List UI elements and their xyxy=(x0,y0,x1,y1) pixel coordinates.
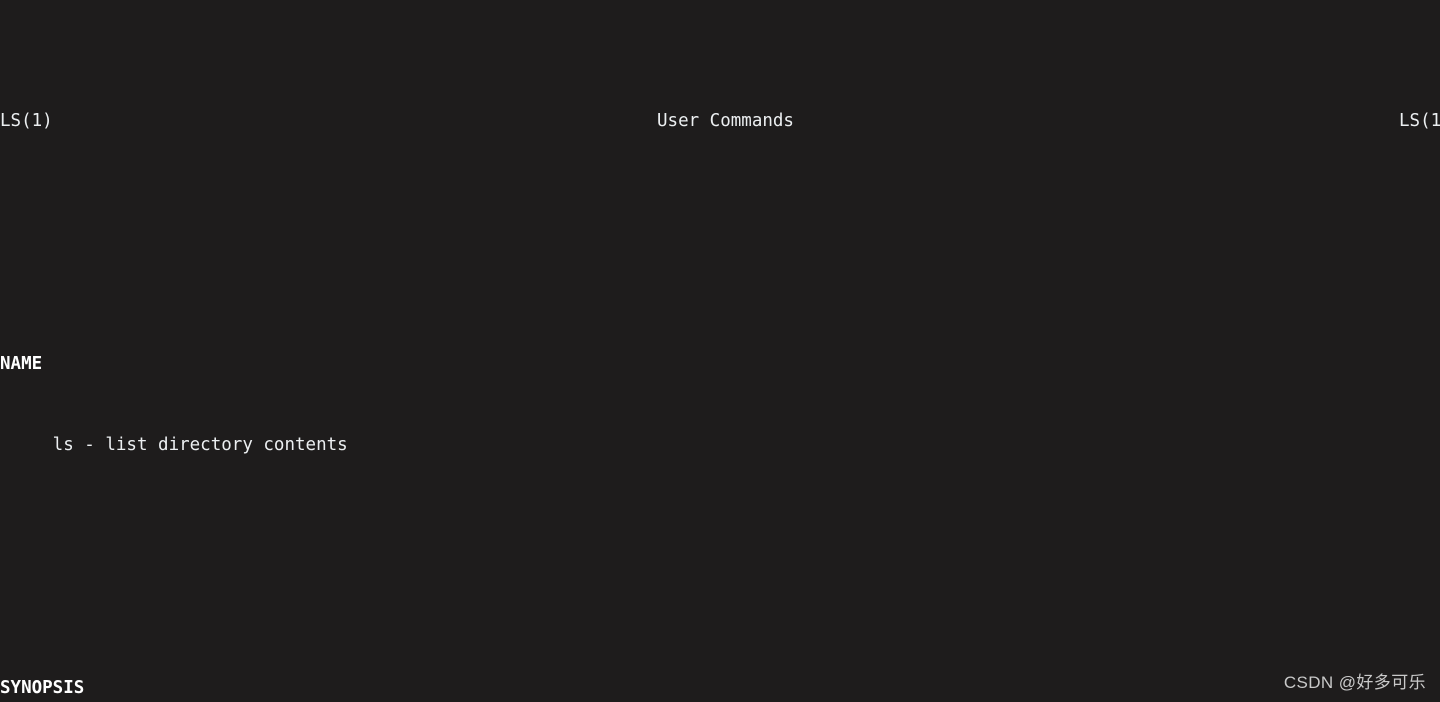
man-header: LS(1) User Commands LS(1 xyxy=(0,108,1440,135)
man-header-right: LS(1 xyxy=(1399,111,1440,131)
section-heading-name: NAME xyxy=(0,354,43,374)
terminal-screen: LS(1) User Commands LS(1 NAME ls - list … xyxy=(0,0,1440,702)
man-header-center: User Commands xyxy=(657,111,794,131)
man-page-pager[interactable]: LS(1) User Commands LS(1 NAME ls - list … xyxy=(0,0,1440,702)
name-body: ls - list directory contents xyxy=(0,435,348,455)
man-header-left: LS(1) xyxy=(0,111,53,131)
section-heading-synopsis: SYNOPSIS xyxy=(0,678,85,698)
